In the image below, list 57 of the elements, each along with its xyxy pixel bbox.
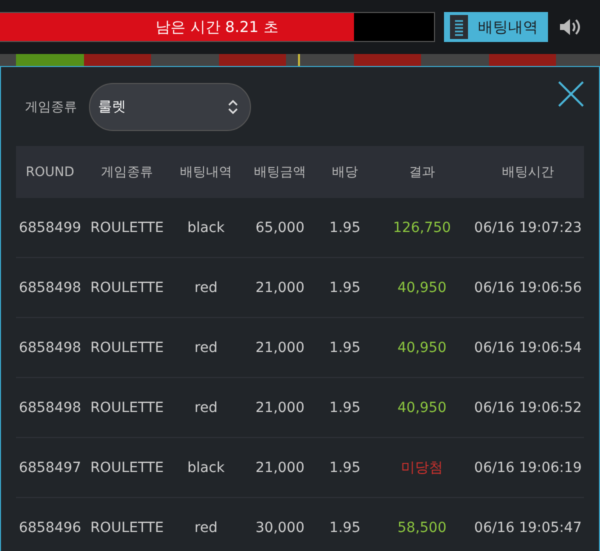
- table-cell-text: 1.95: [328, 220, 362, 236]
- table-cell-text: ROULETTE: [89, 340, 165, 356]
- table-cell-text: red: [194, 340, 218, 356]
- history-button[interactable]: 배팅내역: [444, 12, 548, 42]
- table-cell-text: 65,000: [254, 220, 306, 236]
- table-cell-text: 06/16 19:06:54: [473, 340, 583, 356]
- table-cell-text: black: [186, 460, 226, 476]
- chevron-icon: [228, 100, 238, 114]
- table-cell-text: 21,000: [254, 400, 306, 416]
- column-header: ROUND: [24, 164, 76, 180]
- table-cell-text: 30,000: [254, 520, 306, 536]
- timer-text: 남은 시간 8.21 초: [156, 18, 278, 36]
- table-cell-text: 40,950: [396, 280, 448, 296]
- table-cell-text: 06/16 19:06:56: [473, 280, 583, 296]
- table-cell-text: ROULETTE: [89, 280, 165, 296]
- game-type-select[interactable]: 룰렛: [89, 82, 251, 130]
- table-cell-text: 1.95: [328, 460, 362, 476]
- table-cell-text: 40,950: [396, 340, 448, 356]
- table-cell-text: 1.95: [328, 520, 362, 536]
- table-cell-text: ROULETTE: [89, 460, 165, 476]
- table-cell-text: 21,000: [254, 280, 306, 296]
- table-cell-text: 21,000: [254, 460, 306, 476]
- column-header: 배팅내역: [179, 164, 233, 181]
- table-cell-text: red: [194, 280, 218, 296]
- table-cell-text: red: [194, 400, 218, 416]
- table-cell-text: 126,750: [392, 220, 452, 236]
- table-cell-text: ROULETTE: [89, 220, 165, 236]
- close-icon[interactable]: [558, 81, 584, 107]
- table-cell-text: 06/16 19:07:23: [473, 220, 583, 236]
- table-cell-text: 58,500: [396, 520, 448, 536]
- document-icon: [450, 15, 468, 39]
- speaker-icon[interactable]: [559, 17, 583, 37]
- table-cell-text: 6858496: [18, 520, 82, 536]
- table-cell-text: 40,950: [396, 400, 448, 416]
- filter-label: 게임종류: [25, 98, 77, 116]
- table-cell-text: 6858498: [18, 400, 82, 416]
- table-cell-text: ROULETTE: [89, 400, 165, 416]
- table-cell-text: 06/16 19:06:19: [473, 460, 583, 476]
- table-cell-text: 6858498: [18, 280, 82, 296]
- table-cell-text: 6858497: [18, 460, 82, 476]
- table-cell-text: 1.95: [328, 280, 362, 296]
- column-header: 결과: [408, 164, 436, 181]
- table-cell-text: black: [186, 220, 226, 236]
- table-cell-text: 1.95: [328, 340, 362, 356]
- table-cell-text: ROULETTE: [89, 520, 165, 536]
- column-header: 배팅시간: [501, 164, 555, 181]
- table-cell-text: 06/16 19:05:47: [473, 520, 583, 536]
- table-cell-text: 06/16 19:06:52: [473, 400, 583, 416]
- column-header: 배팅금액: [253, 164, 307, 181]
- table-cell-text: 21,000: [254, 340, 306, 356]
- table-cell-text: 6858498: [18, 340, 82, 356]
- column-header: 배당: [331, 164, 359, 181]
- table-cell-text: 미당첨: [400, 458, 444, 476]
- table-cell-text: 6858499: [18, 220, 82, 236]
- table-cell-text: red: [194, 520, 218, 536]
- column-header: 게임종류: [100, 164, 154, 181]
- table-cell-text: 1.95: [328, 400, 362, 416]
